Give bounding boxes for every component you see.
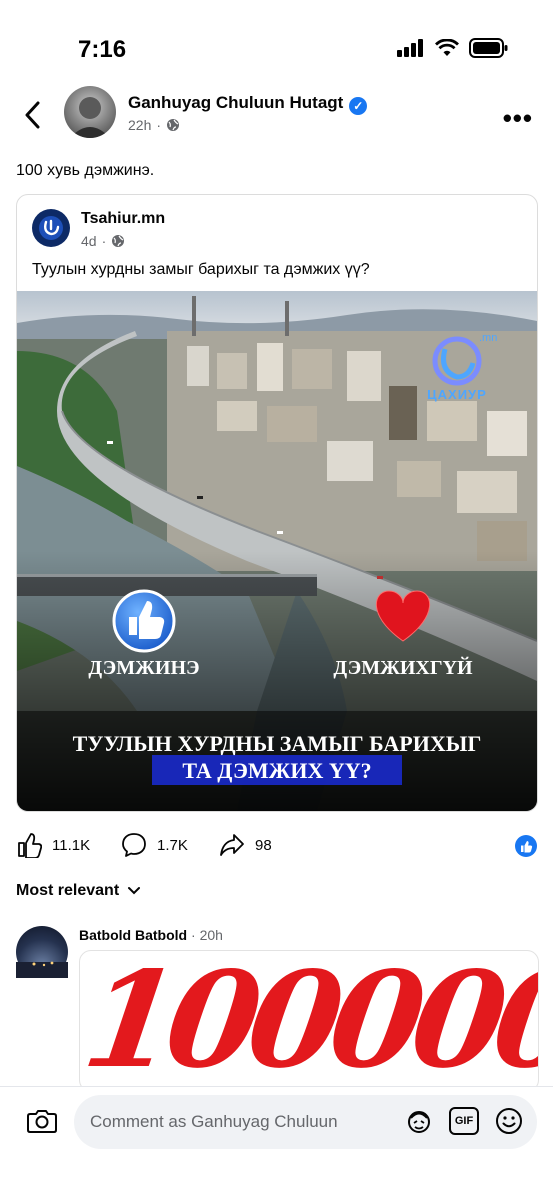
comment-count: 1.7K <box>157 836 188 854</box>
comment-input-placeholder[interactable]: Comment as Ganhuyag Chuluun <box>90 1112 338 1132</box>
sort-dropdown[interactable]: Most relevant <box>16 882 141 900</box>
dot-separator: · <box>156 117 162 133</box>
watermark-text: ЦАХИУР <box>427 387 487 402</box>
watermark-domain: .mn <box>479 332 497 344</box>
post-caption: 100 хувь дэмжинэ. <box>16 162 155 179</box>
composer-icons: GIF <box>405 1107 523 1135</box>
share-icon <box>220 834 244 856</box>
emoji-icon[interactable] <box>495 1107 523 1135</box>
author-avatar[interactable] <box>64 86 116 138</box>
shared-post-text: Туулын хурдны замыг барихыг та дэмжих үү… <box>32 261 370 278</box>
tsahiur-logo-icon <box>39 216 63 240</box>
post-time[interactable]: 22h <box>128 117 151 133</box>
signal-icon <box>397 39 423 57</box>
post-header: Ganhuyag Chuluun Hutagt ✓ 22h · ••• <box>0 85 553 145</box>
avatar-sticker-icon[interactable] <box>405 1107 433 1135</box>
thumbs-up-icon <box>112 589 176 653</box>
chevron-down-icon <box>128 887 141 895</box>
like-button[interactable]: 11.1K <box>16 832 90 858</box>
author-name[interactable]: Ganhuyag Chuluun Hutagt <box>128 93 343 112</box>
shared-post-meta: 4d · <box>81 233 125 249</box>
commenter-avatar[interactable] <box>16 926 68 978</box>
verified-badge-icon: ✓ <box>349 97 368 115</box>
dot-separator: · <box>191 927 200 943</box>
status-time: 7:16 <box>78 36 127 63</box>
like-count: 11.1K <box>52 836 91 854</box>
comment-author[interactable]: Batbold Batbold <box>79 927 187 943</box>
comment-composer: Comment as Ganhuyag Chuluun GIF <box>0 1086 553 1201</box>
share-count: 98 <box>255 836 272 854</box>
night-photo-avatar <box>16 961 68 978</box>
sort-label[interactable]: Most relevant <box>16 882 119 900</box>
comment-input[interactable]: Comment as Ganhuyag Chuluun GIF <box>74 1095 537 1149</box>
avatar-portrait <box>70 97 110 138</box>
image-headline-2: ТА ДЭМЖИХ ҮҮ? <box>182 758 371 783</box>
like-reaction-badge-icon[interactable] <box>515 835 537 857</box>
comment-icon <box>122 833 146 857</box>
globe-icon <box>112 235 125 247</box>
shared-page-name[interactable]: Tsahiur.mn <box>81 210 165 228</box>
like-icon <box>18 833 42 858</box>
shared-post-time[interactable]: 4d <box>81 233 97 249</box>
shared-post-image[interactable]: .mn ЦАХИУР ДЭМЖИНЭ ДЭМЖИХГҮЙ ТУУЛЫН ХУРД… <box>17 291 537 811</box>
wifi-icon <box>435 39 459 56</box>
back-arrow-icon[interactable] <box>18 97 48 133</box>
gif-icon[interactable]: GIF <box>449 1107 479 1135</box>
support-label: ДЭМЖИНЭ <box>88 657 199 679</box>
camera-icon[interactable] <box>26 1107 58 1135</box>
globe-icon <box>167 119 180 131</box>
image-headline-1: ТУУЛЫН ХУРДНЫ ЗАМЫГ БАРИХЫГ <box>73 731 482 756</box>
page-logo[interactable] <box>32 209 70 247</box>
reaction-bar: 11.1K 1.7K 98 <box>0 832 553 860</box>
sticker-text: 1000000 <box>79 950 539 1092</box>
comment-time: 20h <box>199 927 223 943</box>
share-button[interactable]: 98 <box>219 832 272 858</box>
status-icons <box>397 38 509 58</box>
comment-header: Batbold Batbold · 20h <box>79 927 223 943</box>
shared-post-card[interactable]: Tsahiur.mn 4d · Туулын хурдны замыг бари… <box>16 194 538 812</box>
status-bar: 7:16 <box>0 0 553 80</box>
author-name-row[interactable]: Ganhuyag Chuluun Hutagt ✓ <box>128 93 368 115</box>
post-meta: 22h · <box>128 117 180 133</box>
comment-sticker[interactable]: 1000000 <box>79 950 539 1092</box>
comment-button[interactable]: 1.7K <box>121 832 188 858</box>
oppose-label: ДЭМЖИХГҮЙ <box>333 656 473 679</box>
more-options-icon[interactable]: ••• <box>503 103 533 134</box>
battery-icon <box>469 38 508 58</box>
dot-separator: · <box>101 233 107 249</box>
